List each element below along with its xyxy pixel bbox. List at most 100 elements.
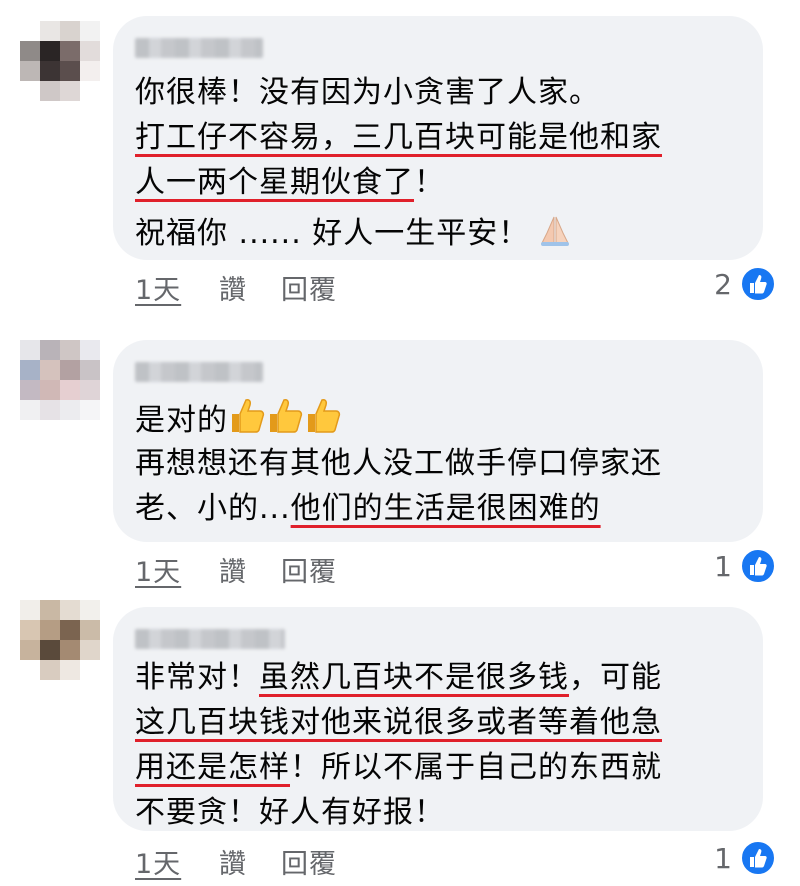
text: ！: [414, 165, 445, 200]
avatar-pixel: [80, 61, 100, 81]
avatar-pixel: [80, 600, 100, 620]
avatar[interactable]: [20, 340, 100, 420]
avatar[interactable]: [20, 600, 100, 680]
avatar-pixel: [60, 660, 80, 680]
text: 是对的: [135, 403, 228, 438]
avatar-pixel: [80, 360, 100, 380]
avatar-pixel: [80, 400, 100, 420]
blurred-author-name[interactable]: [135, 629, 285, 649]
text: ！所以不属于自己的东西就: [290, 750, 662, 785]
comment-line: 你很棒！没有因为小贪害了人家。: [135, 75, 600, 110]
thumbs-up-emoji-icon: [266, 396, 304, 436]
text: 老、小的...: [135, 491, 291, 526]
reaction-summary[interactable]: 2: [686, 266, 776, 306]
comment-line-underlined: 这几百块钱对他来说很多或者等着他急: [135, 705, 662, 740]
thumbs-up-emoji-icon: [228, 396, 266, 436]
comment-line: 人一两个星期伙食了！: [135, 160, 743, 205]
thumbs-up-icon: [740, 548, 776, 584]
text: ，可能: [569, 660, 662, 695]
reply-button[interactable]: 回覆: [281, 550, 337, 589]
like-button[interactable]: 讚: [219, 268, 247, 307]
text: 非常对！: [135, 660, 259, 695]
avatar-pixel: [40, 600, 60, 620]
avatar-pixel: [60, 81, 80, 101]
comment-actions: 1天 讚 回覆: [135, 268, 395, 308]
like-button[interactable]: 讚: [219, 550, 247, 589]
avatar-pixel: [20, 61, 40, 81]
blurred-author-name[interactable]: [135, 38, 263, 58]
avatar-pixel: [80, 380, 100, 400]
comment-1: 你很棒！没有因为小贪害了人家。 打工仔不容易，三几百块可能是他和家 人一两个星期…: [0, 0, 800, 310]
thumbs-up-emoji-icon: [304, 396, 342, 436]
comment-line: 祝福你 ...... 好人一生平安！: [135, 211, 743, 256]
comment-text: 是对的 再想想还有其他人没工做手停口停家还 老、小的...他们的生活是很困难的: [135, 396, 743, 531]
underlined-text: 虽然几百块不是很多钱: [259, 660, 569, 695]
avatar-pixel: [20, 21, 40, 41]
comment-line-underlined: 打工仔不容易，三几百块可能是他和家: [135, 120, 662, 155]
avatar-pixel: [20, 660, 40, 680]
timestamp-link[interactable]: 1天: [135, 842, 181, 881]
avatar-pixel: [20, 380, 40, 400]
blurred-author-name[interactable]: [135, 362, 263, 382]
comment-line: 不要贪！好人有好报！: [135, 795, 445, 830]
avatar-pixel: [80, 21, 100, 41]
folded-hands-emoji-icon: [537, 213, 573, 247]
avatar-pixel: [60, 400, 80, 420]
avatar-pixel: [60, 41, 80, 61]
comment-bubble: 你很棒！没有因为小贪害了人家。 打工仔不容易，三几百块可能是他和家 人一两个星期…: [113, 16, 763, 260]
avatar-pixel: [20, 41, 40, 61]
reaction-count: 1: [714, 550, 732, 583]
avatar-pixel: [20, 600, 40, 620]
comment-actions: 1天 讚 回覆: [135, 842, 395, 882]
thumbs-up-icon: [740, 840, 776, 876]
avatar-pixel: [40, 380, 60, 400]
avatar-pixel: [40, 41, 60, 61]
reply-button[interactable]: 回覆: [281, 268, 337, 307]
avatar-pixel: [80, 660, 100, 680]
avatar-pixel: [60, 620, 80, 640]
avatar-pixel: [40, 61, 60, 81]
avatar-pixel: [20, 81, 40, 101]
avatar-pixel: [80, 620, 100, 640]
reply-button[interactable]: 回覆: [281, 842, 337, 881]
thumbs-up-icon: [740, 266, 776, 302]
avatar-pixel: [40, 340, 60, 360]
timestamp-link[interactable]: 1天: [135, 268, 181, 307]
avatar[interactable]: [20, 21, 100, 101]
reaction-summary[interactable]: 1: [686, 840, 776, 880]
avatar-pixel: [40, 400, 60, 420]
avatar-pixel: [60, 640, 80, 660]
comment-actions: 1天 讚 回覆: [135, 550, 395, 590]
comment-line: 用还是怎样！所以不属于自己的东西就: [135, 745, 743, 790]
avatar-pixel: [60, 61, 80, 81]
like-button[interactable]: 讚: [219, 842, 247, 881]
avatar-pixel: [80, 81, 100, 101]
avatar-pixel: [60, 600, 80, 620]
comment-text: 你很棒！没有因为小贪害了人家。 打工仔不容易，三几百块可能是他和家 人一两个星期…: [135, 70, 743, 256]
text: 祝福你 ...... 好人一生平安！: [135, 216, 530, 251]
comment-bubble: 是对的 再想想还有其他人没工做手停口停家还 老、小的...他们的生活是很困难的: [113, 340, 763, 542]
avatar-pixel: [20, 400, 40, 420]
avatar-pixel: [20, 340, 40, 360]
comment-bubble: 非常对！虽然几百块不是很多钱，可能 这几百块钱对他来说很多或者等着他急 用还是怎…: [113, 607, 763, 831]
reaction-count: 1: [714, 842, 732, 875]
timestamp-link[interactable]: 1天: [135, 550, 181, 589]
avatar-pixel: [60, 360, 80, 380]
comment-line: 是对的: [135, 396, 743, 441]
comment-text: 非常对！虽然几百块不是很多钱，可能 这几百块钱对他来说很多或者等着他急 用还是怎…: [135, 655, 743, 835]
avatar-pixel: [60, 340, 80, 360]
comment-line: 非常对！虽然几百块不是很多钱，可能: [135, 655, 743, 700]
avatar-pixel: [40, 360, 60, 380]
reaction-summary[interactable]: 1: [686, 548, 776, 588]
comment-line: 再想想还有其他人没工做手停口停家还: [135, 446, 662, 481]
avatar-pixel: [40, 21, 60, 41]
avatar-pixel: [60, 380, 80, 400]
avatar-pixel: [80, 41, 100, 61]
reaction-count: 2: [714, 268, 732, 301]
avatar-pixel: [40, 620, 60, 640]
underlined-text: 用还是怎样: [135, 750, 290, 785]
avatar-pixel: [60, 21, 80, 41]
avatar-pixel: [20, 360, 40, 380]
underlined-text: 他们的生活是很困难的: [290, 491, 601, 526]
avatar-pixel: [40, 81, 60, 101]
